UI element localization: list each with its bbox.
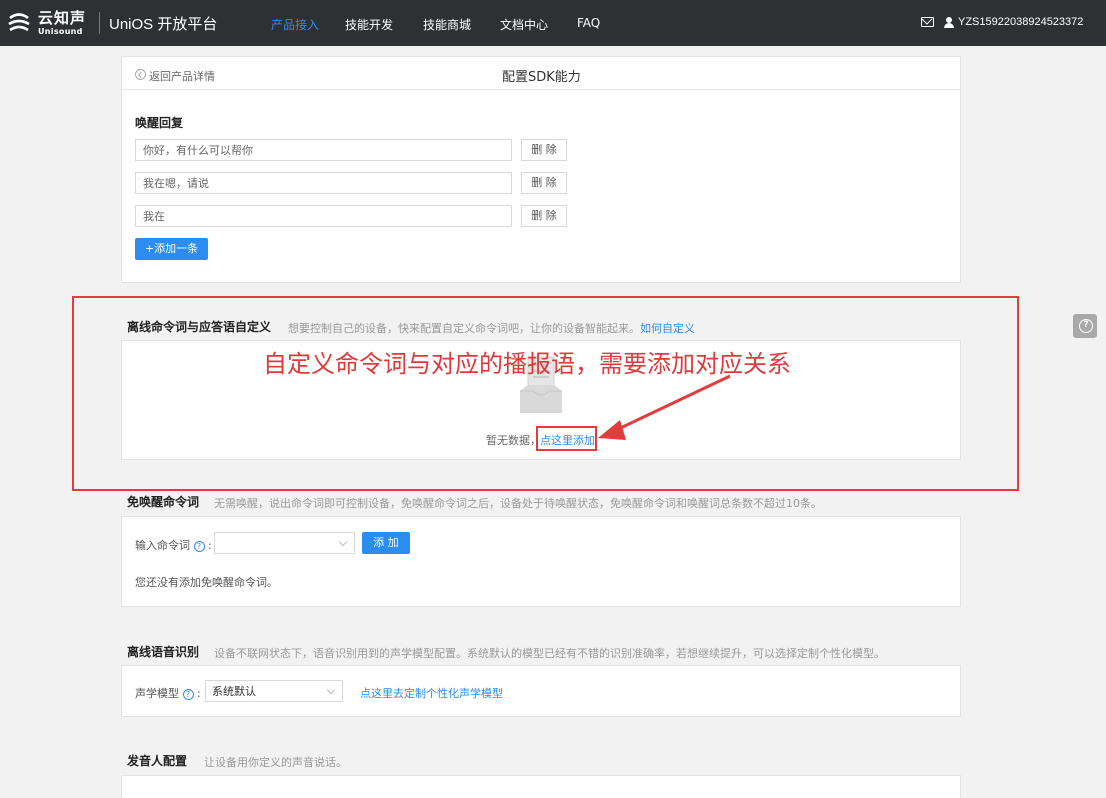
nav-skill-store[interactable]: 技能商城 xyxy=(423,16,471,33)
platform-title[interactable]: UniOS 开放平台 xyxy=(109,13,217,34)
wake-reply-input-2[interactable]: 我在嗯，请说 xyxy=(135,172,512,194)
acoustic-model-select[interactable]: 系统默认 xyxy=(205,680,343,702)
user-icon xyxy=(944,17,954,28)
logo-english-text: Unisound xyxy=(38,26,83,36)
command-input-label: 输入命令词 ? : xyxy=(135,539,212,552)
custom-model-link[interactable]: 点这里去定制个性化声学模型 xyxy=(360,685,503,701)
offline-asr-desc: 设备不联网状态下，语音识别用到的声学模型配置。系统默认的模型已经有不错的识别准确… xyxy=(214,647,885,660)
annotation-highlight-box xyxy=(72,296,1019,491)
nav-docs[interactable]: 文档中心 xyxy=(500,16,548,33)
logo[interactable]: 云知声 Unisound xyxy=(6,9,86,37)
speaker-panel xyxy=(121,775,961,798)
speaker-title: 发音人配置 xyxy=(127,754,188,768)
wakeless-title: 免唤醒命令词 xyxy=(127,495,200,509)
add-command-button[interactable]: 添 加 xyxy=(362,532,410,554)
nav-product-access[interactable]: 产品接入 xyxy=(271,16,319,33)
unisound-logo-icon xyxy=(8,13,30,32)
logo-divider xyxy=(99,12,100,34)
floating-help-icon[interactable] xyxy=(1073,314,1097,338)
delete-button-2[interactable]: 删 除 xyxy=(521,172,567,194)
speaker-desc: 让设备用你定义的声音说话。 xyxy=(204,756,347,769)
command-select[interactable] xyxy=(214,532,355,554)
mail-icon[interactable] xyxy=(921,17,934,27)
chevron-down-icon xyxy=(326,685,336,695)
chevron-down-icon xyxy=(338,537,348,547)
username[interactable]: YZS15922038924523372 xyxy=(958,16,1083,28)
wakeless-empty-text: 您还没有添加免唤醒命令词。 xyxy=(135,576,278,589)
help-icon[interactable]: ? xyxy=(182,688,194,700)
wakeless-desc: 无需唤醒，说出命令词即可控制设备，免唤醒命令词之后，设备处于待唤醒状态，免唤醒命… xyxy=(214,497,822,510)
back-icon[interactable] xyxy=(135,69,146,80)
offline-asr-title: 离线语音识别 xyxy=(127,645,200,659)
acoustic-model-value: 系统默认 xyxy=(212,685,256,698)
delete-button-3[interactable]: 删 除 xyxy=(521,205,567,227)
back-link[interactable]: 返回产品详情 xyxy=(149,68,215,84)
help-icon[interactable]: ? xyxy=(193,540,205,552)
page-title: 配置SDK能力 xyxy=(502,70,581,85)
top-navbar: 云知声 Unisound UniOS 开放平台 产品接入 技能开发 技能商城 文… xyxy=(0,0,1106,46)
wake-reply-input-3[interactable]: 我在 xyxy=(135,205,512,227)
wake-reply-title: 唤醒回复 xyxy=(135,116,184,130)
add-reply-button[interactable]: +添加一条 xyxy=(135,238,208,260)
wake-reply-input-1[interactable]: 你好，有什么可以帮你 xyxy=(135,139,512,161)
nav-faq[interactable]: FAQ xyxy=(577,16,600,30)
delete-button-1[interactable]: 删 除 xyxy=(521,139,567,161)
acoustic-model-label: 声学模型 ? : xyxy=(135,687,201,700)
logo-chinese-text: 云知声 xyxy=(38,8,87,27)
nav-skill-dev[interactable]: 技能开发 xyxy=(345,16,393,33)
wakeless-panel xyxy=(121,516,961,607)
